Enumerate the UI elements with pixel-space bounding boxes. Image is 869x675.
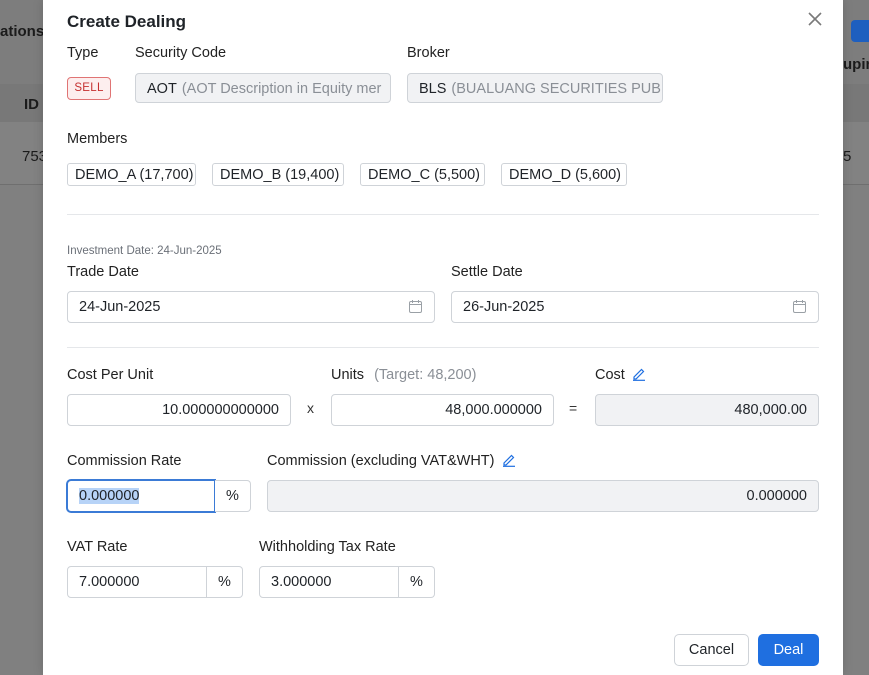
wht-rate-percent: % — [399, 566, 435, 598]
trade-date-value: 24-Jun-2025 — [79, 299, 161, 315]
security-code-description: (AOT Description in Equity mer — [181, 81, 382, 97]
edit-pencil-icon[interactable] — [502, 453, 516, 467]
multiply-operator: x — [307, 400, 314, 416]
units-target-hint: (Target: 48,200) — [374, 367, 477, 383]
vat-rate-label: VAT Rate — [67, 539, 128, 555]
cost-label: Cost — [595, 367, 646, 383]
commission-rate-input[interactable]: 0.000000 — [67, 480, 215, 512]
edit-pencil-icon[interactable] — [632, 367, 646, 381]
broker-description: (BUALUANG SECURITIES PUBL — [451, 81, 663, 97]
background-header-text: ations — [0, 23, 45, 40]
cancel-button[interactable]: Cancel — [674, 634, 749, 666]
commission-field: 0.000000 — [267, 480, 819, 512]
modal-title: Create Dealing — [67, 12, 187, 31]
wht-rate-input[interactable]: 3.000000 — [259, 566, 399, 598]
settle-date-label: Settle Date — [451, 264, 523, 280]
commission-rate-percent: % — [215, 480, 251, 512]
security-code-label: Security Code — [135, 45, 227, 61]
investment-date-note: Investment Date: 24-Jun-2025 — [67, 245, 222, 257]
units-label-text: Units — [331, 367, 365, 383]
units-input[interactable]: 48,000.000000 — [331, 394, 554, 426]
background-action-button — [851, 20, 869, 42]
type-label: Type — [67, 45, 99, 61]
calendar-icon[interactable] — [793, 300, 806, 313]
commission-rate-label: Commission Rate — [67, 453, 182, 469]
settle-date-value: 26-Jun-2025 — [463, 299, 545, 315]
security-code-field: AOT (AOT Description in Equity mer — [135, 73, 391, 103]
vat-rate-input[interactable]: 7.000000 — [67, 566, 207, 598]
cost-per-unit-input[interactable]: 10.000000000000 — [67, 394, 291, 426]
background-col-right: uping — [843, 56, 869, 73]
member-chip: DEMO_D (5,600) — [501, 163, 627, 186]
background-row-right: 5 — [843, 148, 852, 165]
units-label: Units (Target: 48,200) — [331, 367, 476, 383]
commission-label-text: Commission (excluding VAT&WHT) — [267, 453, 495, 469]
members-label: Members — [67, 131, 128, 147]
member-chip: DEMO_B (19,400) — [212, 163, 344, 186]
broker-code-value: BLS — [419, 81, 447, 97]
trade-date-label: Trade Date — [67, 264, 139, 280]
trade-date-input[interactable]: 24-Jun-2025 — [67, 291, 435, 323]
security-code-value: AOT — [147, 81, 177, 97]
broker-label: Broker — [407, 45, 450, 61]
calendar-icon[interactable] — [409, 300, 422, 313]
section-divider — [67, 347, 819, 348]
close-icon[interactable] — [805, 9, 825, 29]
cost-label-text: Cost — [595, 367, 625, 383]
member-chip: DEMO_C (5,500) — [360, 163, 485, 186]
wht-rate-label: Withholding Tax Rate — [259, 539, 396, 555]
close-icon-svg — [808, 12, 822, 26]
broker-field: BLS (BUALUANG SECURITIES PUBL — [407, 73, 663, 103]
cost-per-unit-label: Cost Per Unit — [67, 367, 154, 383]
section-divider — [67, 214, 819, 215]
cost-field: 480,000.00 — [595, 394, 819, 426]
member-chip: DEMO_A (17,700) — [67, 163, 196, 186]
create-dealing-modal: Create Dealing Type SELL Security Code A… — [43, 0, 843, 675]
background-col-id: ID — [24, 96, 39, 113]
settle-date-input[interactable]: 26-Jun-2025 — [451, 291, 819, 323]
commission-rate-value: 0.000000 — [79, 488, 140, 504]
vat-rate-percent: % — [207, 566, 243, 598]
commission-label: Commission (excluding VAT&WHT) — [267, 453, 516, 469]
sell-badge: SELL — [67, 77, 111, 100]
equals-operator: = — [569, 400, 578, 416]
deal-button[interactable]: Deal — [758, 634, 819, 666]
